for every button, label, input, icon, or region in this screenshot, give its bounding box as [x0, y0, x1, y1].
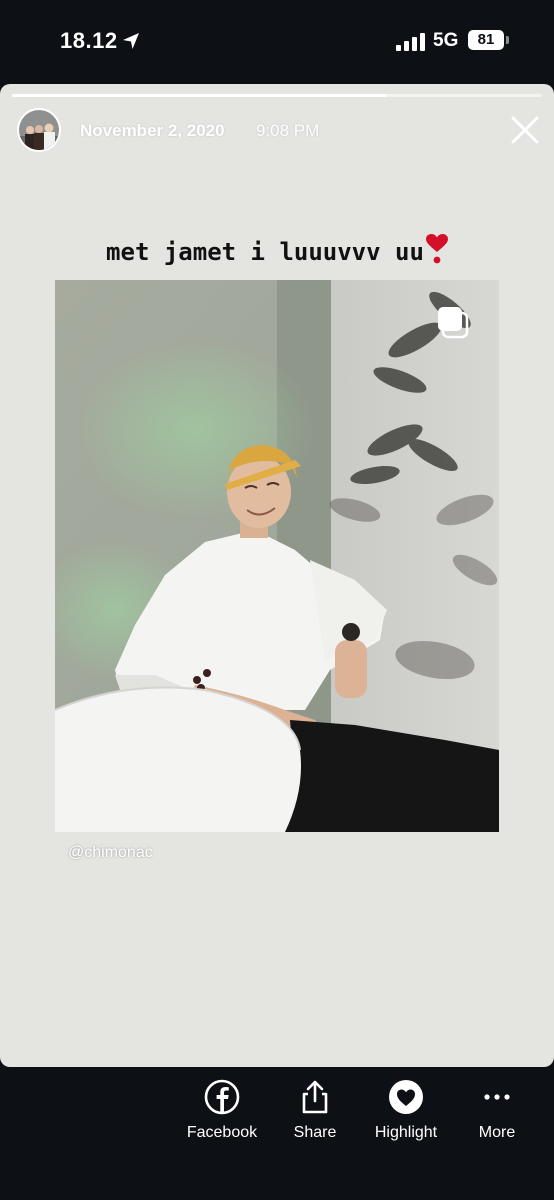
status-time: 18.12: [60, 28, 118, 53]
story-actions-bar: Facebook Share Highlight More: [0, 1067, 554, 1200]
share-button[interactable]: Share: [270, 1079, 360, 1142]
more-button[interactable]: More: [452, 1079, 542, 1142]
facebook-label: Facebook: [186, 1124, 258, 1141]
multiple-photos-icon[interactable]: [437, 306, 469, 340]
photo-credit: @chimonac: [68, 844, 153, 861]
highlight-button[interactable]: Highlight: [361, 1079, 451, 1142]
story-photo: [55, 280, 499, 832]
caption-text: met jamet i luuuvvv uu: [106, 238, 424, 266]
share-icon: [302, 1080, 328, 1114]
story-viewer[interactable]: November 2, 2020 9:08 PM met jamet i luu…: [0, 84, 554, 1067]
facebook-button[interactable]: Facebook: [177, 1079, 267, 1142]
story-date: November 2, 2020: [80, 121, 225, 140]
location-arrow-icon: [123, 33, 139, 49]
status-bar: 18.12 5G 81: [0, 0, 554, 84]
story-progress-bar: [12, 94, 542, 97]
share-label: Share: [293, 1124, 337, 1141]
battery-level: 81: [468, 30, 504, 50]
avatar[interactable]: [17, 108, 61, 152]
signal-bars-icon: [396, 33, 425, 51]
network-type: 5G: [433, 30, 459, 51]
close-icon[interactable]: [508, 113, 542, 147]
battery-icon: 81: [468, 30, 510, 52]
facebook-icon: [204, 1079, 240, 1115]
avatar-image: [19, 110, 59, 150]
story-progress-fill: [12, 94, 386, 97]
highlight-label: Highlight: [374, 1124, 438, 1141]
more-label: More: [478, 1124, 516, 1141]
more-dots-icon: [484, 1094, 510, 1100]
story-caption: met jamet i luuuvvv uu: [0, 234, 554, 266]
story-time: 9:08 PM: [256, 121, 320, 140]
heart-emoji-icon: [425, 234, 448, 264]
highlight-heart-icon: [389, 1080, 423, 1114]
